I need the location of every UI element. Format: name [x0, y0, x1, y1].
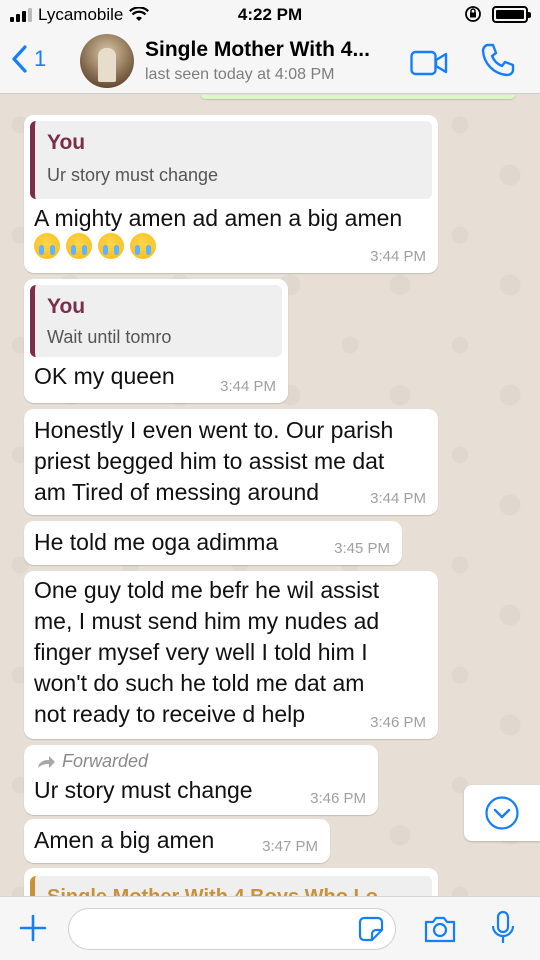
- input-bar: [0, 896, 540, 960]
- message-bubble[interactable]: Honestly I even went to. Our parish prie…: [24, 409, 438, 515]
- message-bubble[interactable]: He told me oga adimma 3:45 PM: [24, 521, 402, 565]
- status-time: 4:22 PM: [237, 5, 303, 24]
- quote-author: You: [47, 295, 86, 318]
- message-time: 3:45 PM: [334, 540, 390, 557]
- crying-face-emoji: [98, 233, 124, 259]
- message-bubble[interactable]: Forwarded Ur story must change 3:46 PM: [24, 745, 378, 815]
- chat-header: 1 Single Mother With 4... last seen toda…: [0, 30, 540, 94]
- message-time: 3:44 PM: [220, 378, 276, 395]
- battery-icon: [492, 5, 531, 23]
- quoted-message[interactable]: Single Mother With 4 Boys Who Lo...: [30, 876, 432, 896]
- message-bubble-partial[interactable]: Single Mother With 4 Boys Who Lo...: [24, 868, 438, 896]
- message-text: Honestly I even went to. Our parish prie…: [34, 417, 394, 505]
- message-time: 3:46 PM: [370, 714, 426, 731]
- crying-face-emoji: [34, 233, 60, 259]
- message-text: A mighty amen ad amen a big amen: [34, 205, 403, 231]
- plus-icon[interactable]: [18, 913, 48, 943]
- scroll-to-bottom-button[interactable]: [464, 785, 540, 841]
- quote-text: Ur story must change: [47, 165, 219, 185]
- message-text: One guy told me befr he wil assist me, I…: [34, 577, 380, 727]
- message-time: 3:44 PM: [370, 248, 426, 265]
- status-bar: Lycamobile 4:22 PM: [0, 0, 540, 30]
- rotation-lock-icon: [465, 6, 481, 22]
- quoted-message[interactable]: You Ur story must change: [30, 121, 432, 199]
- crying-face-emoji: [66, 233, 92, 259]
- message-text: Amen a big amen: [34, 827, 215, 853]
- forwarded-label: Forwarded: [36, 751, 148, 772]
- message-bubble[interactable]: One guy told me befr he wil assist me, I…: [24, 571, 438, 739]
- emoji-row: [34, 233, 156, 259]
- video-camera-icon[interactable]: [410, 50, 448, 76]
- contact-avatar[interactable]: [80, 34, 134, 88]
- quote-text: Wait until tomro: [47, 327, 172, 347]
- status-right: [464, 5, 531, 23]
- chat-area[interactable]: You Ur story must change A mighty amen a…: [0, 95, 540, 896]
- back-count: 1: [34, 46, 47, 71]
- quote-author: You: [47, 131, 86, 154]
- crying-face-emoji: [130, 233, 156, 259]
- previous-outgoing-bubble: [200, 95, 516, 99]
- quote-author: Single Mother With 4 Boys Who Lo...: [47, 886, 395, 896]
- message-bubble[interactable]: You Ur story must change A mighty amen a…: [24, 115, 438, 273]
- message-bubble[interactable]: Amen a big amen 3:47 PM: [24, 819, 330, 863]
- forwarded-text: Forwarded: [62, 751, 149, 771]
- message-time: 3:44 PM: [370, 490, 426, 507]
- message-time: 3:47 PM: [262, 838, 318, 855]
- quoted-message[interactable]: You Wait until tomro: [30, 285, 282, 357]
- microphone-icon[interactable]: [490, 910, 516, 946]
- message-text: He told me oga adimma: [34, 529, 279, 555]
- message-text: Ur story must change: [34, 777, 253, 803]
- message-input[interactable]: [68, 908, 396, 950]
- message-bubble[interactable]: You Wait until tomro OK my queen 3:44 PM: [24, 279, 288, 403]
- contact-name[interactable]: Single Mother With 4...: [145, 38, 370, 62]
- camera-icon[interactable]: [423, 914, 457, 944]
- chevron-left-icon: [12, 45, 27, 73]
- chevron-down-circle-icon: [485, 796, 519, 830]
- message-text: OK my queen: [34, 363, 175, 389]
- sticker-icon[interactable]: [358, 916, 384, 942]
- last-seen-status: last seen today at 4:08 PM: [145, 66, 335, 83]
- message-time: 3:46 PM: [310, 790, 366, 807]
- phone-icon[interactable]: [480, 42, 516, 78]
- back-button[interactable]: 1: [10, 44, 46, 74]
- forward-arrow-icon: [38, 755, 55, 768]
